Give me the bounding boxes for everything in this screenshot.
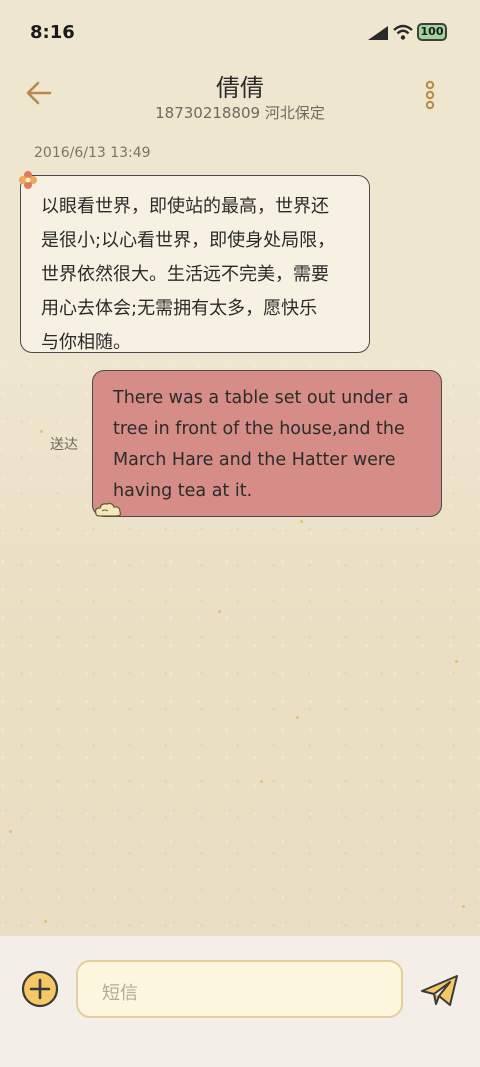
contact-name: 倩倩 xyxy=(216,74,264,102)
message-line: tree in front of the house,and the xyxy=(113,419,405,439)
message-timestamp: 2016/6/13 13:49 xyxy=(34,145,151,161)
outgoing-message-bubble[interactable]: There was a table set out under a tree i… xyxy=(92,370,442,517)
message-composer: 短信 xyxy=(0,936,480,1067)
wifi-icon xyxy=(393,24,413,40)
message-line: March Hare and the Hatter were xyxy=(113,450,396,470)
delivery-status: 送达 xyxy=(50,437,78,453)
incoming-message-bubble[interactable]: 以眼看世界，即使站的最高，世界还 是很小;以心看世界，即使身处局限， 世界依然很… xyxy=(20,175,370,353)
input-placeholder: 短信 xyxy=(102,983,138,1004)
contact-number-location: 18730218809 河北保定 xyxy=(155,104,325,122)
message-line: 与你相随。 xyxy=(41,332,131,353)
flower-icon xyxy=(19,171,37,189)
plus-icon[interactable] xyxy=(20,969,60,1009)
sms-input[interactable]: 短信 xyxy=(76,960,403,1018)
send-icon[interactable] xyxy=(420,974,460,1008)
message-line: 用心去体会;无需拥有太多，愿快乐 xyxy=(41,298,318,319)
message-line: 以眼看世界，即使站的最高，世界还 xyxy=(41,196,329,217)
message-line: 世界依然很大。生活远不完美，需要 xyxy=(41,264,329,285)
status-time: 8:16 xyxy=(30,22,75,43)
conversation-header: 倩倩 18730218809 河北保定 xyxy=(0,64,480,134)
signal-icon xyxy=(368,26,388,40)
message-line: 是很小;以心看世界，即使身处局限， xyxy=(41,230,336,251)
message-line: having tea at it. xyxy=(113,481,253,501)
status-bar: 8:16 100 xyxy=(0,0,480,64)
cloud-icon xyxy=(94,502,122,517)
message-line: There was a table set out under a xyxy=(113,388,409,408)
battery-indicator: 100 xyxy=(417,23,447,41)
more-vertical-icon[interactable] xyxy=(422,80,438,110)
